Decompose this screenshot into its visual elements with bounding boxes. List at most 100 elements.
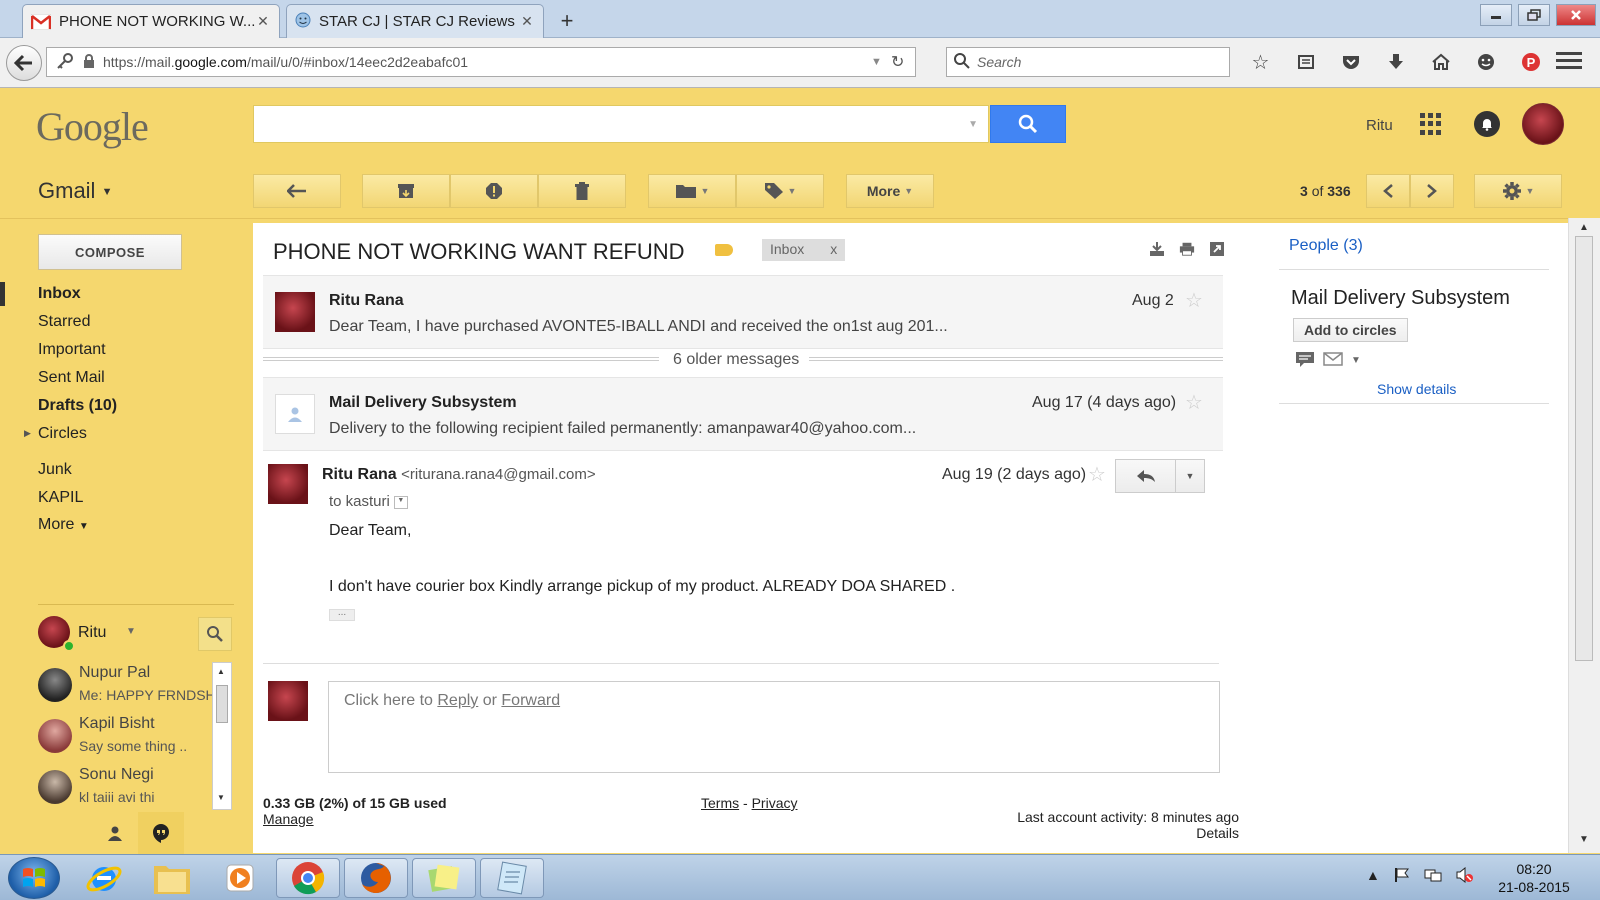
start-button[interactable]: [8, 857, 60, 899]
firefox-taskbar-button[interactable]: [344, 858, 408, 898]
move-to-button[interactable]: ▼: [648, 174, 736, 208]
labels-button[interactable]: ▼: [736, 174, 824, 208]
star-icon[interactable]: ☆: [1185, 390, 1203, 415]
file-explorer-taskbar-button[interactable]: [140, 858, 204, 898]
sidebar-item-important[interactable]: Important: [38, 341, 106, 359]
report-spam-button[interactable]: [450, 174, 538, 208]
notifications-bell-icon[interactable]: [1474, 111, 1500, 137]
browser-search-input[interactable]: Search: [946, 47, 1230, 77]
email-icon[interactable]: [1323, 351, 1343, 370]
older-button[interactable]: [1410, 174, 1454, 208]
show-details-link[interactable]: Show details: [1377, 381, 1456, 397]
people-header[interactable]: People (3): [1289, 237, 1363, 255]
page-scrollbar[interactable]: ▲ ▼: [1568, 218, 1600, 853]
chat-bubble-icon[interactable]: [1295, 351, 1315, 370]
newer-button[interactable]: [1366, 174, 1410, 208]
star-icon[interactable]: ☆: [1088, 462, 1106, 487]
sidebar-item-kapil[interactable]: KAPIL: [38, 489, 83, 507]
internet-explorer-taskbar-button[interactable]: [72, 858, 136, 898]
sidebar-item-sent-mail[interactable]: Sent Mail: [38, 369, 105, 387]
smiley-icon[interactable]: [1463, 47, 1508, 77]
message-collapsed[interactable]: Ritu Rana Dear Team, I have purchased AV…: [263, 275, 1223, 349]
show-trimmed-content-button[interactable]: ...: [329, 608, 355, 621]
sticky-notes-taskbar-button[interactable]: [412, 858, 476, 898]
caret-down-icon[interactable]: ▼: [126, 626, 136, 637]
account-name[interactable]: Ritu: [1366, 117, 1393, 134]
new-window-icon[interactable]: [1209, 241, 1225, 257]
activity-details-link[interactable]: Details: [1013, 825, 1239, 841]
home-icon[interactable]: [1418, 47, 1463, 77]
system-clock[interactable]: 08:20 21-08-2015: [1488, 860, 1580, 896]
network-icon[interactable]: [1424, 867, 1442, 886]
apps-grid-icon[interactable]: [1420, 113, 1442, 135]
terms-link[interactable]: Terms: [701, 795, 739, 811]
reading-list-icon[interactable]: [1283, 47, 1328, 77]
archive-button[interactable]: [362, 174, 450, 208]
volume-muted-icon[interactable]: [1456, 866, 1474, 886]
bookmark-star-icon[interactable]: ☆: [1238, 47, 1283, 77]
mail-search-button[interactable]: [990, 105, 1066, 143]
settings-button[interactable]: ▼: [1474, 174, 1562, 208]
close-icon[interactable]: ✕: [519, 13, 535, 30]
sidebar-item-inbox[interactable]: Inbox: [38, 285, 81, 303]
reply-box[interactable]: Click here to Reply or Forward: [328, 681, 1220, 773]
chat-search-button[interactable]: [198, 617, 232, 651]
media-player-taskbar-button[interactable]: [208, 858, 272, 898]
sidebar-item-junk[interactable]: Junk: [38, 461, 72, 479]
search-options-icon[interactable]: ▼: [968, 119, 978, 130]
list-item[interactable]: Nupur Pal Me: HAPPY FRNDSHI: [38, 662, 215, 710]
reload-icon[interactable]: ↻: [891, 52, 915, 72]
caret-down-icon[interactable]: ▼: [1351, 355, 1361, 366]
download-icon[interactable]: [1373, 47, 1418, 77]
gmail-menu[interactable]: Gmail ▼: [38, 178, 112, 204]
hamburger-menu-icon[interactable]: [1556, 52, 1582, 72]
show-details-dropdown-icon[interactable]: ▼: [393, 495, 408, 509]
action-center-flag-icon[interactable]: [1394, 867, 1410, 886]
tab-gmail[interactable]: PHONE NOT WORKING W... ✕: [22, 4, 280, 38]
tab-star-cj[interactable]: STAR CJ | STAR CJ Reviews ... ✕: [286, 4, 544, 38]
pinterest-icon[interactable]: P: [1508, 47, 1553, 77]
more-options-dropdown[interactable]: ▼: [1176, 460, 1204, 492]
close-icon[interactable]: ✕: [255, 13, 271, 30]
pocket-icon[interactable]: [1328, 47, 1373, 77]
older-messages-toggle[interactable]: 6 older messages: [263, 351, 1223, 377]
list-item[interactable]: Sonu Negi kl taiii avi thi: [38, 764, 214, 810]
sidebar-item-drafts[interactable]: Drafts (10): [38, 397, 117, 415]
google-logo[interactable]: Google: [36, 103, 149, 150]
notepad-taskbar-button[interactable]: [480, 858, 544, 898]
more-actions-button[interactable]: More ▼: [846, 174, 934, 208]
scroll-thumb[interactable]: [1575, 236, 1593, 661]
star-icon[interactable]: ☆: [1185, 288, 1203, 313]
chat-self[interactable]: Ritu ▼: [38, 616, 198, 652]
back-to-inbox-button[interactable]: [253, 174, 341, 208]
remove-label-button[interactable]: x: [830, 241, 837, 259]
reply-button[interactable]: [1116, 460, 1176, 492]
new-tab-button[interactable]: +: [554, 8, 580, 34]
sidebar-item-starred[interactable]: Starred: [38, 313, 90, 331]
mail-search-input[interactable]: ▼: [253, 105, 989, 143]
compose-button[interactable]: COMPOSE: [38, 234, 182, 270]
scroll-thumb[interactable]: [216, 685, 228, 723]
importance-marker-icon[interactable]: [715, 244, 733, 256]
show-hidden-icons-icon[interactable]: ▲: [1366, 867, 1380, 886]
privacy-link[interactable]: Privacy: [752, 795, 798, 811]
contacts-scrollbar[interactable]: ▲ ▼: [212, 662, 232, 810]
back-button[interactable]: [6, 45, 42, 81]
manage-storage-link[interactable]: Manage: [263, 811, 314, 827]
window-close-button[interactable]: [1556, 4, 1596, 26]
minimize-button[interactable]: [1480, 4, 1512, 26]
address-bar[interactable]: https://mail.google.com/mail/u/0/#inbox/…: [46, 47, 916, 77]
list-item[interactable]: Kapil Bisht Say some thing ..: [38, 713, 214, 761]
message-collapsed[interactable]: Mail Delivery Subsystem Delivery to the …: [263, 377, 1223, 451]
sidebar-more[interactable]: More ▼: [38, 516, 89, 534]
chrome-taskbar-button[interactable]: [276, 858, 340, 898]
sidebar-item-circles[interactable]: ▶ Circles: [24, 425, 87, 443]
history-dropdown-icon[interactable]: ▼: [871, 56, 891, 68]
add-to-circles-button[interactable]: Add to circles: [1293, 318, 1408, 342]
contacts-tab[interactable]: [92, 812, 138, 854]
print-icon[interactable]: [1179, 241, 1195, 257]
reply-link[interactable]: Reply: [437, 692, 478, 709]
expand-all-icon[interactable]: [1149, 241, 1165, 257]
restore-button[interactable]: [1518, 4, 1550, 26]
forward-link[interactable]: Forward: [501, 692, 560, 709]
